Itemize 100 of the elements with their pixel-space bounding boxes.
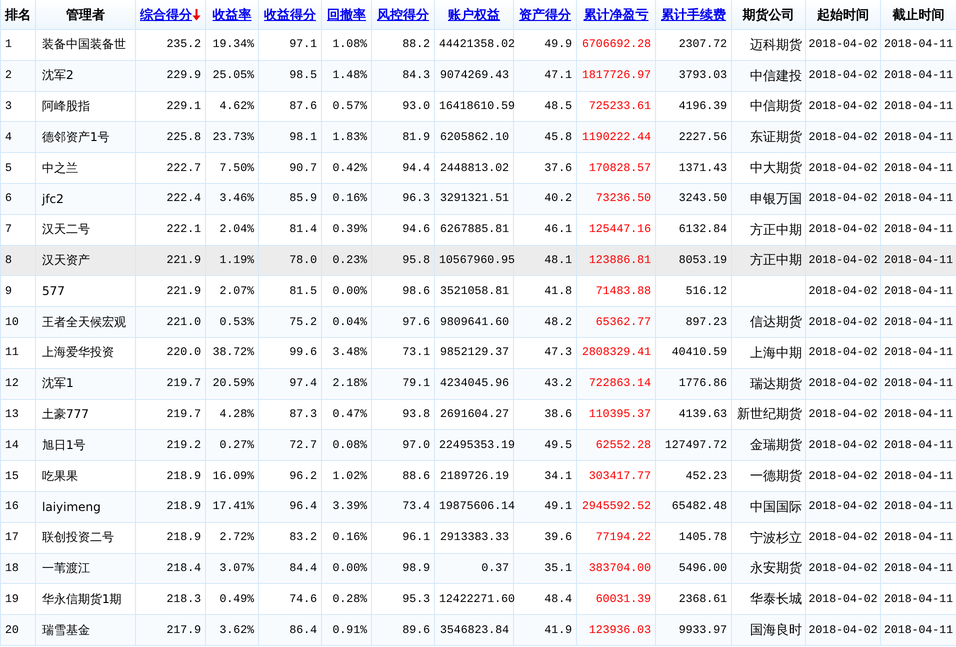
table-cell: 2018-04-11 — [880, 491, 956, 522]
table-cell: 迈科期货 — [732, 30, 806, 60]
table-cell: 3.48% — [322, 337, 372, 368]
table-cell: 17.41% — [206, 491, 258, 522]
table-cell: 96.3 — [372, 183, 434, 214]
table-row[interactable]: 11 上海爱华投资 220.0 38.72% 99.6 3.48% 73.1 9852129.37 47.3 2808329.41 40410.59 上海中期 2018-04-02 2018-04-11 — [0, 337, 956, 368]
table-cell: 6706692.28 — [576, 30, 656, 60]
table-cell: 46.1 — [514, 214, 576, 246]
table-cell: 217.9 — [136, 614, 206, 646]
table-row[interactable]: 16 laiyimeng 218.9 17.41% 96.4 3.39% 73.4 19875606.14 49.1 2945592.52 65482.48 中国国际 2018-04-02 2018-04-11 — [0, 491, 956, 522]
table-cell: 98.1 — [258, 122, 322, 153]
table-cell: 中信建投 — [732, 60, 806, 92]
table-cell: 48.2 — [514, 306, 576, 338]
table-cell: 瑞达期货 — [732, 368, 806, 400]
table-row[interactable]: 2 沈军2 229.9 25.05% 98.5 1.48% 84.3 9074269.43 47.1 1817726.97 3793.03 中信建投 2018-04-02 2018-04-11 — [0, 60, 956, 92]
table-cell: 2018-04-02 — [806, 614, 880, 646]
table-row[interactable]: 6 jfc2 222.4 3.46% 85.9 0.16% 96.3 3291321.51 40.2 73236.50 3243.50 申银万国 2018-04-02 2018-04-11 — [0, 183, 956, 214]
table-cell: 73.4 — [372, 491, 434, 522]
table-cell: 94.6 — [372, 214, 434, 246]
column-header: 期货公司 — [732, 0, 806, 30]
table-cell: 旭日1号 — [36, 430, 136, 461]
table-cell: 452.23 — [656, 460, 732, 492]
table-row[interactable]: 5 中之兰 222.7 7.50% 90.7 0.42% 94.4 2448813.02 37.6 170828.57 1371.43 中大期货 2018-04-02 2018-04-11 — [0, 152, 956, 184]
table-cell: 5496.00 — [656, 553, 732, 584]
table-cell: 0.42% — [322, 152, 372, 184]
table-cell: 中之兰 — [36, 152, 136, 184]
table-row[interactable]: 18 一苇渡江 218.4 3.07% 84.4 0.00% 98.9 0.37 35.1 383704.00 5496.00 永安期货 2018-04-02 2018-04-11 — [0, 553, 956, 584]
table-cell: 77194.22 — [576, 522, 656, 554]
table-cell: 国海良时 — [732, 614, 806, 646]
table-cell: 16 — [0, 491, 36, 522]
table-cell: 225.8 — [136, 122, 206, 153]
table-cell: 12 — [0, 368, 36, 400]
table-cell: 218.4 — [136, 553, 206, 584]
table-row[interactable]: 12 沈军1 219.7 20.59% 97.4 2.18% 79.1 4234045.96 43.2 722863.14 1776.86 瑞达期货 2018-04-02 2018-04-11 — [0, 368, 956, 400]
table-cell: 9933.97 — [656, 614, 732, 646]
table-cell: 2018-04-02 — [806, 430, 880, 461]
table-cell: 中大期货 — [732, 152, 806, 184]
table-cell: 85.9 — [258, 183, 322, 214]
table-cell: 方正中期 — [732, 214, 806, 246]
table-row[interactable]: 17 联创投资二号 218.9 2.72% 83.2 0.16% 96.1 2913383.33 39.6 77194.22 1405.78 宁波杉立 2018-04-02 2018-04-11 — [0, 522, 956, 554]
table-cell: 72.7 — [258, 430, 322, 461]
table-cell: 9074269.43 — [434, 60, 514, 92]
table-cell: 170828.57 — [576, 152, 656, 184]
table-cell: 88.2 — [372, 30, 434, 60]
table-cell: 8053.19 — [656, 245, 732, 276]
table-cell: 222.4 — [136, 183, 206, 214]
table-cell: 79.1 — [372, 368, 434, 400]
sort-down-arrow-icon — [192, 8, 201, 20]
table-cell: 10 — [0, 306, 36, 338]
table-cell: 78.0 — [258, 245, 322, 276]
table-cell: 2018-04-02 — [806, 152, 880, 184]
table-row[interactable]: 10 王者全天候宏观 221.0 0.53% 75.2 0.04% 97.6 9809641.60 48.2 65362.77 897.23 信达期货 2018-04-02 2018-04-11 — [0, 306, 956, 338]
table-cell: 0.53% — [206, 306, 258, 338]
table-cell: 97.1 — [258, 30, 322, 60]
table-cell: 20.59% — [206, 368, 258, 400]
table-cell: 0.27% — [206, 430, 258, 461]
table-cell: 81.9 — [372, 122, 434, 153]
table-cell: 金瑞期货 — [732, 430, 806, 461]
table-row[interactable]: 15 吃果果 218.9 16.09% 96.2 1.02% 88.6 2189726.19 34.1 303417.77 452.23 一德期货 2018-04-02 2018-04-11 — [0, 460, 956, 492]
table-cell: 2.04% — [206, 214, 258, 246]
table-cell: 235.2 — [136, 30, 206, 60]
table-cell: 25.05% — [206, 60, 258, 92]
table-cell: 1776.86 — [656, 368, 732, 400]
table-row[interactable]: 7 汉天二号 222.1 2.04% 81.4 0.39% 94.6 6267885.81 46.1 125447.16 6132.84 方正中期 2018-04-02 2018-04-11 — [0, 214, 956, 246]
table-row[interactable]: 20 瑞雪基金 217.9 3.62% 86.4 0.91% 89.6 3546823.84 41.9 123936.03 9933.97 国海良时 2018-04-02 2018-04-11 — [0, 614, 956, 646]
table-row[interactable]: 4 德邻资产1号 225.8 23.73% 98.1 1.83% 81.9 6205862.10 45.8 1190222.44 2227.56 东证期货 2018-04-02 2018-04-11 — [0, 122, 956, 153]
table-cell: 2.72% — [206, 522, 258, 554]
table-cell: 221.0 — [136, 306, 206, 338]
table-cell: 7.50% — [206, 152, 258, 184]
table-cell: 89.6 — [372, 614, 434, 646]
table-cell: 宁波杉立 — [732, 522, 806, 554]
table-cell: 2018-04-02 — [806, 491, 880, 522]
table-cell: 34.1 — [514, 460, 576, 492]
sort-link[interactable]: 累计手续费 — [661, 6, 726, 24]
column-header: 管理者 — [36, 0, 136, 30]
table-cell: 218.9 — [136, 460, 206, 492]
table-cell: laiyimeng — [36, 491, 136, 522]
table-cell: 王者全天候宏观 — [36, 306, 136, 338]
table-row[interactable]: 14 旭日1号 219.2 0.27% 72.7 0.08% 97.0 22495353.19 49.5 62552.28 127497.72 金瑞期货 2018-04-02 2018-04-11 — [0, 430, 956, 461]
table-cell: 2018-04-02 — [806, 553, 880, 584]
table-cell: 219.7 — [136, 368, 206, 400]
table-cell: 18 — [0, 553, 36, 584]
table-cell: 35.1 — [514, 553, 576, 584]
table-cell: 19.34% — [206, 30, 258, 60]
table-cell: 303417.77 — [576, 460, 656, 492]
table-row[interactable]: 1 装备中国装备世 235.2 19.34% 97.1 1.08% 88.2 44421358.02 49.9 6706692.28 2307.72 迈科期货 2018-04-02 2018-04-11 — [0, 30, 956, 60]
table-cell: 43.2 — [514, 368, 576, 400]
column-header: 截止时间 — [880, 0, 956, 30]
table-cell: 23.73% — [206, 122, 258, 153]
table-cell: 方正中期 — [732, 245, 806, 276]
table-cell: 2 — [0, 60, 36, 92]
table-cell: 2.18% — [322, 368, 372, 400]
table-row[interactable]: 8 汉天资产 221.9 1.19% 78.0 0.23% 95.8 10567960.95 48.1 123886.81 8053.19 方正中期 2018-04-02 2018-04-11 — [0, 245, 956, 276]
table-cell: 0.04% — [322, 306, 372, 338]
table-cell: 2018-04-11 — [880, 614, 956, 646]
table-cell: 2018-04-02 — [806, 337, 880, 368]
table-cell: 3546823.84 — [434, 614, 514, 646]
table-cell: 222.1 — [136, 214, 206, 246]
table-cell: 37.6 — [514, 152, 576, 184]
table-cell: 中国国际 — [732, 491, 806, 522]
